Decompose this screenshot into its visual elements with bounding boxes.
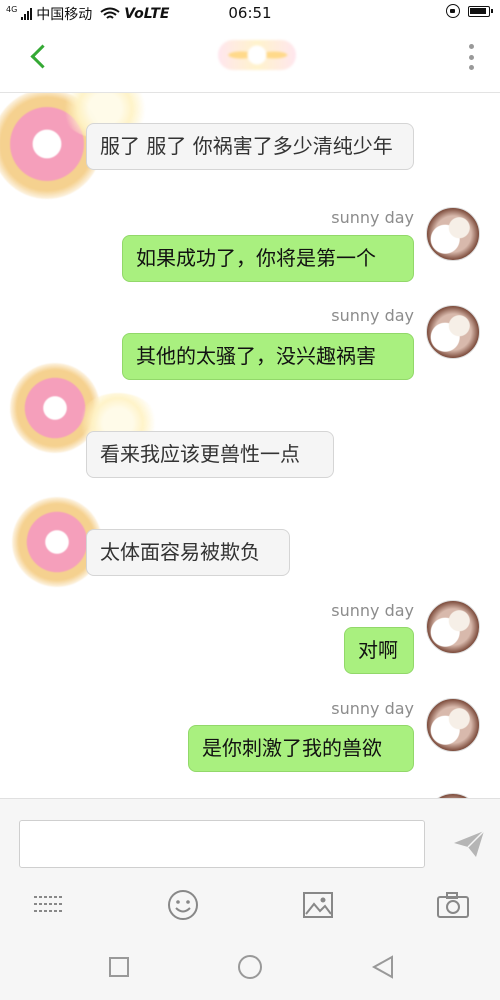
nav-back-icon[interactable]: [370, 954, 396, 980]
image-icon[interactable]: [300, 887, 336, 923]
outgoing-message-bubble[interactable]: 对啊: [344, 627, 414, 674]
contact-title-image[interactable]: [218, 40, 296, 70]
message-input[interactable]: [19, 820, 425, 868]
chat-header: [0, 26, 500, 93]
outgoing-message-bubble[interactable]: 其他的太骚了，没兴趣祸害: [122, 333, 414, 380]
sender-name: sunny day: [331, 699, 414, 718]
clock: 06:51: [228, 4, 272, 22]
user-avatar[interactable]: [426, 698, 480, 752]
sender-name: sunny day: [331, 208, 414, 227]
incoming-message-bubble[interactable]: 太体面容易被欺负: [86, 529, 290, 576]
user-avatar[interactable]: [426, 600, 480, 654]
status-bar: 4G 中国移动 VoLTE 06:51: [0, 0, 500, 26]
composer-bar: [0, 798, 500, 933]
keyboard-icon[interactable]: [30, 887, 66, 923]
more-options-button[interactable]: [468, 44, 474, 70]
sender-name: sunny day: [331, 306, 414, 325]
home-icon[interactable]: [237, 954, 263, 980]
composer-toolbar: [0, 887, 500, 927]
recent-apps-icon[interactable]: [106, 954, 132, 980]
outgoing-message-bubble[interactable]: 如果成功了，你将是第一个: [122, 235, 414, 282]
user-avatar[interactable]: [426, 207, 480, 261]
system-navigation-bar: [0, 932, 500, 1000]
incoming-message-bubble[interactable]: 看来我应该更兽性一点: [86, 431, 334, 478]
rotation-lock-icon: [446, 4, 460, 18]
back-button[interactable]: [26, 40, 56, 76]
vertical-dots-icon: [468, 44, 474, 49]
message-list[interactable]: 服了 服了 你祸害了多少清纯少年 sunny day 如果成功了，你将是第一个 …: [0, 93, 500, 798]
battery-icon: [468, 5, 493, 17]
paper-plane-icon[interactable]: [452, 829, 486, 859]
outgoing-message-bubble[interactable]: 是你刺激了我的兽欲: [188, 725, 414, 772]
camera-icon[interactable]: [435, 887, 471, 923]
user-avatar[interactable]: [426, 305, 480, 359]
sender-name: sunny day: [331, 601, 414, 620]
emoji-icon[interactable]: [165, 887, 201, 923]
status-right: [446, 4, 493, 18]
incoming-message-bubble[interactable]: 服了 服了 你祸害了多少清纯少年: [86, 123, 414, 170]
